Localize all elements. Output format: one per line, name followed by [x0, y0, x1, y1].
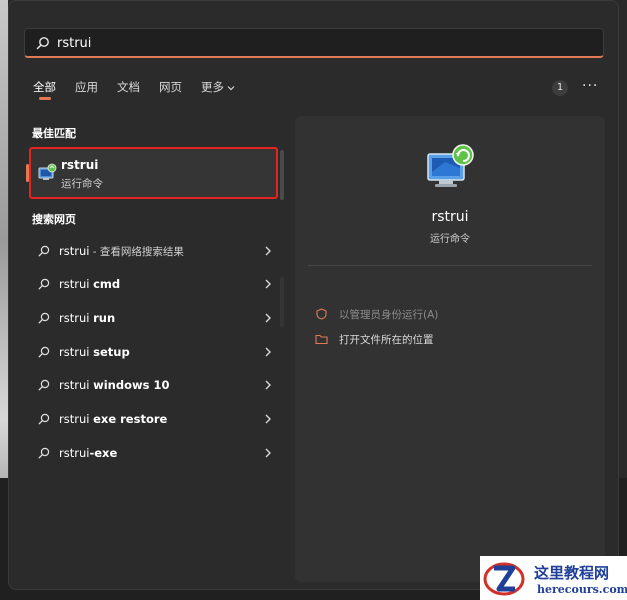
search-icon: [38, 379, 50, 391]
shield-icon: [316, 308, 327, 320]
web-result-text: rstrui windows 10: [59, 378, 169, 392]
web-result-row[interactable]: rstrui exe restore: [30, 405, 280, 433]
tab-web[interactable]: 网页: [159, 79, 182, 95]
chevron-right-icon[interactable]: [264, 448, 272, 458]
tab-active-indicator: [39, 97, 51, 100]
chevron-right-icon[interactable]: [264, 414, 272, 424]
query-prefix: rstrui: [59, 277, 94, 291]
open-file-location-label: 打开文件所在的位置: [339, 334, 434, 346]
query-suggestion: cmd: [93, 277, 121, 291]
best-match-heading: 最佳匹配: [32, 127, 76, 140]
chevron-down-icon: [227, 85, 235, 90]
query-prefix: rstrui: [59, 311, 94, 325]
tab-more[interactable]: 更多: [201, 79, 235, 95]
rewards-badge[interactable]: 1: [552, 80, 568, 96]
detail-title: rstrui: [431, 209, 469, 225]
run-as-admin-label: 以管理员身份运行(A): [339, 309, 439, 321]
web-search-heading: 搜索网页: [32, 213, 76, 226]
web-result-text: rstrui setup: [59, 345, 130, 359]
query-suggestion: setup: [93, 345, 130, 359]
tab-documents[interactable]: 文档: [117, 79, 140, 95]
watermark-url: herecours.com: [537, 583, 627, 596]
best-match-title: rstrui: [61, 158, 99, 172]
web-result-row[interactable]: rstrui - 查看网络搜索结果: [30, 237, 280, 265]
more-options-icon[interactable]: ···: [582, 78, 598, 94]
query-prefix: rstrui: [59, 412, 94, 426]
query-prefix: rstrui: [59, 446, 90, 460]
search-icon: [38, 312, 50, 324]
search-box[interactable]: [24, 28, 604, 58]
detail-pane: rstrui 运行命令 以管理员身份运行(A) 打开文件所在的位置: [295, 116, 605, 582]
tab-more-label: 更多: [201, 80, 224, 94]
query-suffix: - 查看网络搜索结果: [89, 246, 184, 258]
search-icon: [38, 447, 50, 459]
web-result-row[interactable]: rstrui cmd: [30, 270, 280, 298]
web-result-text: rstrui run: [59, 311, 115, 325]
chevron-right-icon[interactable]: [264, 313, 272, 323]
web-result-row[interactable]: rstrui windows 10: [30, 371, 280, 399]
query-prefix: rstrui: [59, 345, 94, 359]
open-file-location-action[interactable]: 打开文件所在的位置: [315, 330, 585, 350]
chevron-right-icon[interactable]: [264, 380, 272, 390]
best-match-subtitle: 运行命令: [61, 178, 103, 190]
search-icon: [38, 278, 50, 290]
search-icon: [36, 37, 49, 50]
scrollbar-track[interactable]: [280, 277, 284, 327]
run-as-admin-action[interactable]: 以管理员身份运行(A): [315, 305, 585, 325]
detail-subtitle: 运行命令: [430, 234, 470, 245]
web-result-row[interactable]: rstrui run: [30, 304, 280, 332]
web-result-row[interactable]: rstrui-exe: [30, 439, 280, 467]
query-prefix: rstrui: [59, 244, 90, 258]
detail-divider: [308, 265, 592, 266]
web-result-text: rstrui - 查看网络搜索结果: [59, 244, 184, 259]
watermark-logo-icon: [483, 562, 525, 596]
site-watermark: 这里教程网 herecours.com: [480, 556, 627, 600]
web-result-text: rstrui-exe: [59, 446, 117, 460]
web-result-text: rstrui exe restore: [59, 412, 167, 426]
watermark-title: 这里教程网: [534, 564, 610, 582]
chevron-right-icon[interactable]: [264, 246, 272, 256]
query-suggestion: run: [93, 311, 116, 325]
search-icon: [38, 413, 50, 425]
system-restore-icon: [427, 144, 474, 187]
web-result-row[interactable]: rstrui setup: [30, 338, 280, 366]
web-result-text: rstrui cmd: [59, 277, 120, 291]
search-icon: [38, 245, 50, 257]
system-restore-icon: [38, 163, 57, 180]
chevron-right-icon[interactable]: [264, 347, 272, 357]
query-suggestion: exe restore: [93, 412, 168, 426]
tab-apps[interactable]: 应用: [75, 79, 98, 95]
tab-all[interactable]: 全部: [33, 79, 56, 95]
chevron-right-icon[interactable]: [264, 279, 272, 289]
query-suggestion: -exe: [89, 446, 118, 460]
scrollbar-thumb[interactable]: [280, 150, 284, 200]
search-icon: [38, 346, 50, 358]
folder-icon: [315, 334, 328, 345]
query-suggestion: windows 10: [93, 378, 170, 392]
query-prefix: rstrui: [59, 378, 94, 392]
best-match-item[interactable]: rstrui 运行命令: [29, 147, 278, 199]
search-input[interactable]: [57, 33, 577, 53]
